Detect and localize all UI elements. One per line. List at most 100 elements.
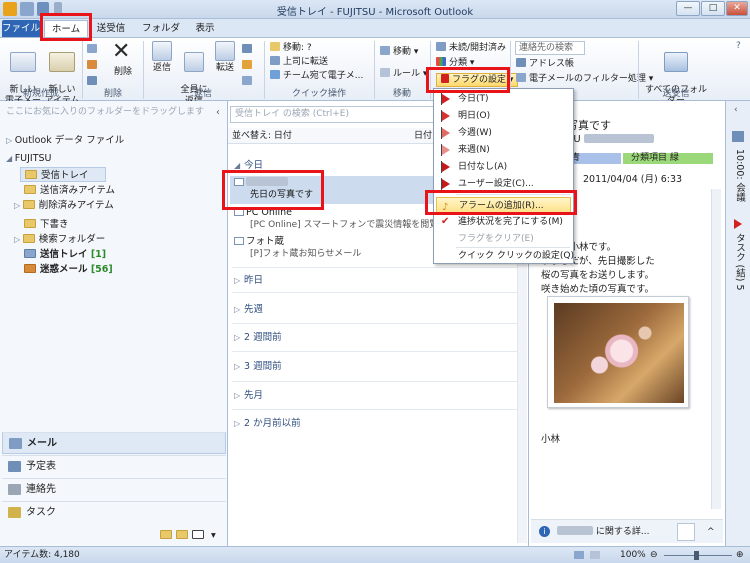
group-yesterday[interactable]: ▷ 昨日 <box>234 273 263 288</box>
group-three-weeks[interactable]: ▷ 3 週間前 <box>234 359 282 374</box>
forward-button[interactable]: 転送 <box>212 41 238 74</box>
folder-junk[interactable]: 迷惑メール [56] <box>24 262 113 277</box>
group-last-week[interactable]: ▷ 先週 <box>234 302 263 317</box>
ribbon-help-icon[interactable]: ? <box>736 40 741 53</box>
new-group-label: 新規作成 <box>22 89 59 99</box>
quick-step-manager[interactable]: 上司に転送 <box>270 56 360 69</box>
calendar-icon <box>8 461 21 472</box>
outlook-data-file-label: Outlook データ ファイル <box>14 135 125 146</box>
module-calendar[interactable]: 予定表 <box>2 455 226 477</box>
meeting-reply-button[interactable] <box>242 44 255 57</box>
group-today-label: 今日 <box>244 160 264 171</box>
tab-view[interactable]: 表示 <box>190 20 220 38</box>
group-older[interactable]: ▷ 2 か月前以前 <box>234 416 301 431</box>
nav-account[interactable]: ◢ FUJITSU <box>6 151 52 166</box>
flag-today-icon <box>442 94 450 104</box>
delete-icon[interactable]: ✕ <box>112 39 130 64</box>
flag-next-week-icon <box>442 145 450 155</box>
reading-scrollbar[interactable] <box>711 189 721 509</box>
people-pane[interactable]: i に関する詳... ^ <box>531 519 723 543</box>
group-divider <box>232 351 522 352</box>
tab-send-receive[interactable]: 送受信 <box>92 20 130 38</box>
folder-sent[interactable]: 送信済みアイテム <box>24 183 115 198</box>
module-tasks[interactable]: タスク <box>2 501 226 523</box>
menu-item-flag-today[interactable]: 今日(T) <box>436 91 571 107</box>
module-mail[interactable]: メール <box>2 432 226 454</box>
menu-item-mark-complete[interactable]: ✔ 進捗状況を完了にする(M) <box>436 214 571 230</box>
junk-count: [56] <box>90 264 113 275</box>
zoom-slider-thumb[interactable] <box>694 551 699 560</box>
ignore-button[interactable] <box>87 44 100 57</box>
module-contacts[interactable]: 連絡先 <box>2 478 226 500</box>
more-icon <box>242 76 252 85</box>
message-signature: 小林 <box>541 434 561 445</box>
unread-read-button[interactable]: 未読/開封済み <box>436 42 506 55</box>
followup-flag-button[interactable]: フラグの設定 ▾ <box>436 73 519 87</box>
menu-item-label: 進捗状況を完了にする(M) <box>458 217 563 227</box>
expand-people-pane-icon[interactable]: ^ <box>707 520 715 544</box>
group-last-month[interactable]: ▷ 先月 <box>234 388 263 403</box>
todo-tasks[interactable]: タスク (結) 5 <box>732 233 746 291</box>
zoom-in-icon[interactable]: ⊕ <box>736 547 744 563</box>
menu-item-quick-click[interactable]: クイック クリックの設定(Q)... <box>436 248 583 264</box>
minimize-button[interactable]: — <box>676 1 700 16</box>
group-today[interactable]: ◢ 今日 <box>234 158 263 173</box>
nav-outlook-data-file[interactable]: ▷ Outlook データ ファイル <box>6 133 124 148</box>
collapse-nav-icon[interactable]: ‹ <box>216 105 220 120</box>
categorize-button[interactable]: 分類 ▾ <box>436 57 474 70</box>
tab-home[interactable]: ホーム <box>44 20 88 38</box>
group-two-weeks-label: 2 週間前 <box>244 332 282 343</box>
junk-folder-icon <box>24 264 36 273</box>
group-divider <box>232 381 522 382</box>
cleanup-icon <box>87 60 97 69</box>
menu-item-flag-this-week[interactable]: 今週(W) <box>436 125 571 141</box>
zoom-level[interactable]: 100% <box>620 547 646 563</box>
menu-item-add-reminder[interactable]: ♪ アラームの追加(R)... <box>436 197 571 213</box>
folder-search[interactable]: ▷ 検索フォルダー <box>14 232 105 247</box>
reading-view-icon[interactable] <box>590 551 600 559</box>
maximize-button[interactable]: □ <box>701 1 725 16</box>
move-button[interactable]: 移動 ▾ <box>380 46 418 59</box>
zoom-out-icon[interactable]: ⊖ <box>650 547 658 563</box>
menu-item-flag-no-date[interactable]: 日付なし(A) <box>436 159 571 175</box>
tab-file[interactable]: ファイル <box>2 20 40 38</box>
cleanup-button[interactable] <box>87 60 100 73</box>
folder-drafts[interactable]: 下書き <box>24 217 69 232</box>
rules-button[interactable]: ルール ▾ <box>380 68 427 81</box>
expand-todo-icon[interactable]: ‹ <box>734 105 738 115</box>
todo-appointment[interactable]: 10:00: 会議 <box>732 149 746 202</box>
delete-button[interactable]: 削除 <box>114 66 132 79</box>
menu-item-label: 明日(O) <box>458 111 491 121</box>
quick-step-team[interactable]: チーム宛て電子メ... <box>270 70 366 83</box>
folder-inbox-label: 受信トレイ <box>41 170 89 181</box>
ribbon-separator <box>82 41 83 99</box>
menu-item-flag-tomorrow[interactable]: 明日(O) <box>436 108 571 124</box>
menu-item-clear-flag[interactable]: フラグをクリア(E) <box>436 231 571 247</box>
reply-button[interactable]: 返信 <box>148 41 176 74</box>
group-two-weeks[interactable]: ▷ 2 週間前 <box>234 330 282 345</box>
search-contacts-input[interactable]: 連絡先の検索 <box>515 41 585 55</box>
folder-outbox[interactable]: 送信トレイ [1] <box>24 247 106 262</box>
shortcuts-icon <box>192 530 204 539</box>
tab-folder[interactable]: フォルダー <box>138 20 184 51</box>
folder-deleted[interactable]: ▷ 削除済みアイテム <box>14 198 114 213</box>
rules-icon <box>380 68 390 77</box>
quick-step-move[interactable]: 移動: ? <box>270 42 360 55</box>
ribbon-separator <box>374 41 375 99</box>
people-pane-label: に関する詳... <box>595 527 650 537</box>
date-column-header[interactable]: 日付 <box>414 128 432 144</box>
menu-item-flag-custom[interactable]: ユーザー設定(C)... <box>436 176 571 192</box>
im-reply-button[interactable] <box>242 60 255 73</box>
normal-view-icon[interactable] <box>574 551 584 559</box>
menu-item-flag-next-week[interactable]: 来週(N) <box>436 142 571 158</box>
ribbon-tab-bar: ファイル ホーム 送受信 フォルダー 表示 <box>0 19 750 51</box>
flag-this-week-icon <box>442 128 450 138</box>
filter-email-button[interactable]: 電子メールのフィルター処理 ▾ <box>516 73 653 86</box>
flag-no-date-icon <box>442 162 450 172</box>
todo-calendar-icon <box>732 131 744 142</box>
close-button[interactable]: ✕ <box>726 1 748 16</box>
nav-footer-icons[interactable]: ▾ <box>160 528 216 543</box>
address-book-button[interactable]: アドレス帳 <box>516 58 574 71</box>
contact-avatar <box>677 523 695 541</box>
folder-inbox[interactable]: 受信トレイ <box>20 167 106 182</box>
